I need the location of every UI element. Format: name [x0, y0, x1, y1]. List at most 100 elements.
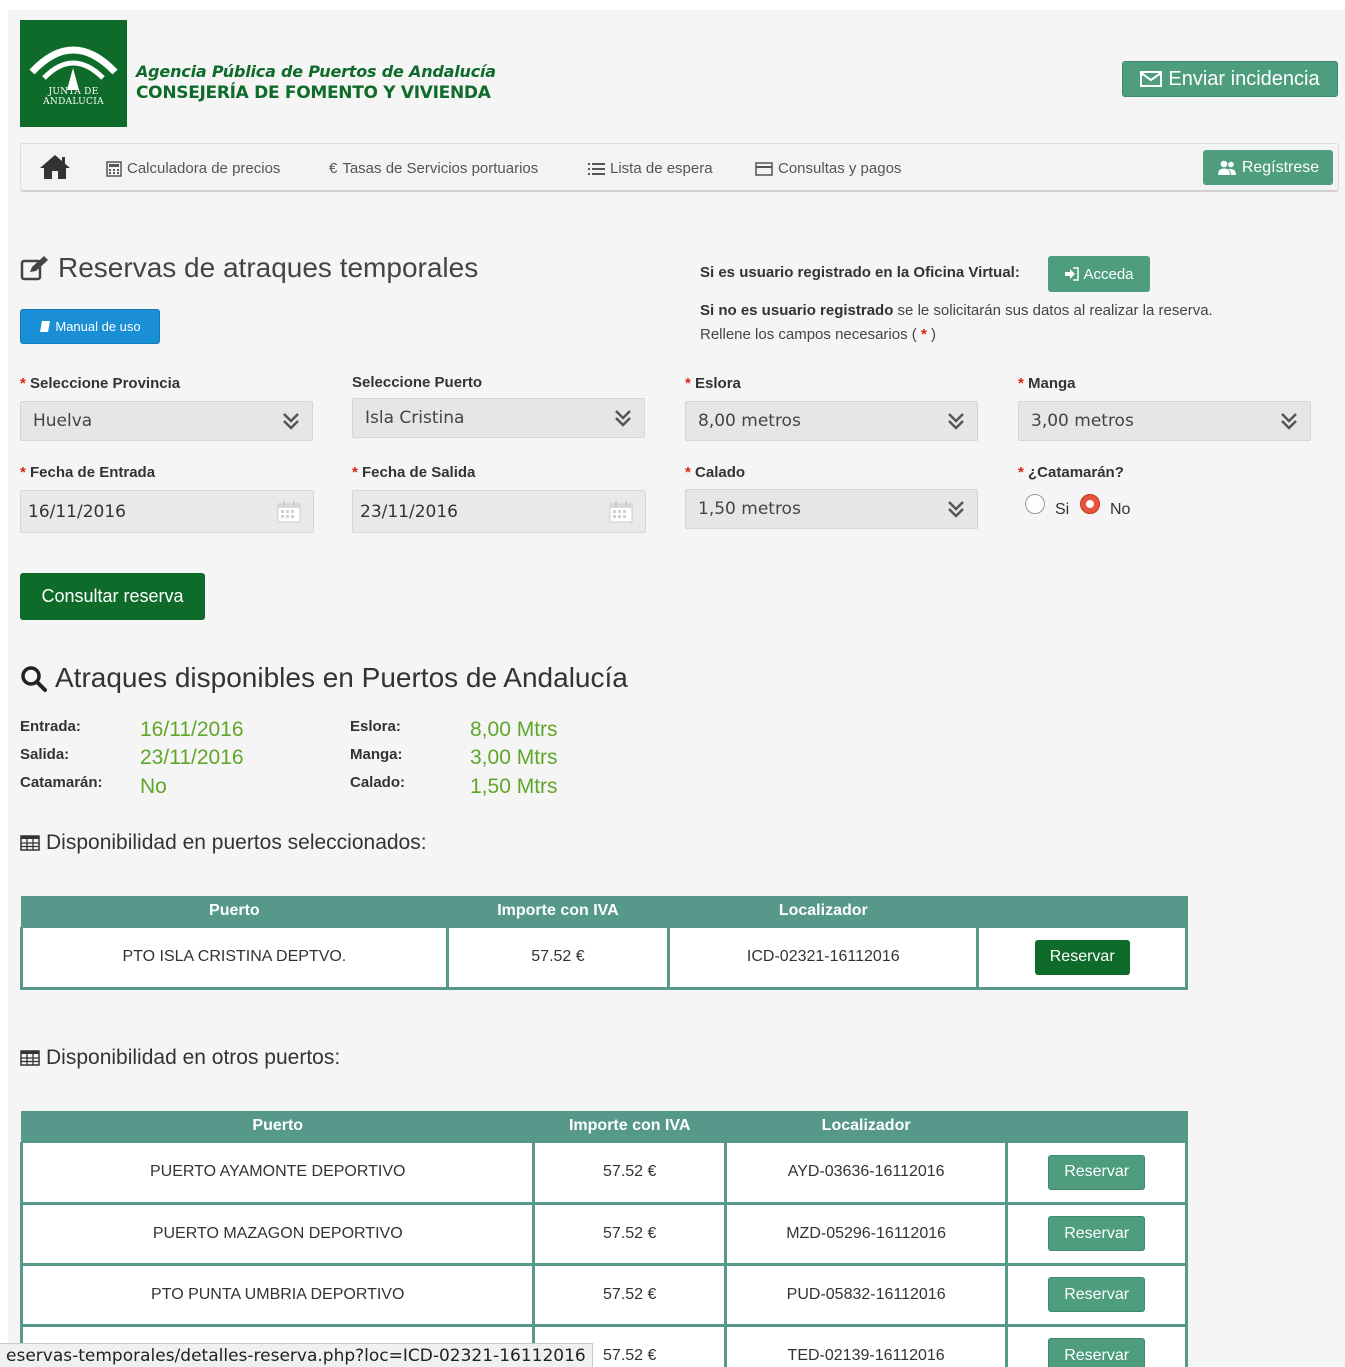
puerto-select[interactable]: Isla Cristina	[352, 398, 645, 438]
manga-label-text: Manga	[1028, 375, 1076, 392]
salida-date-input[interactable]: 23/11/2016	[352, 490, 646, 533]
nav-item-calculadora[interactable]: Calculadora de precios	[106, 160, 280, 177]
manga-select[interactable]: 3,00 metros	[1018, 401, 1311, 441]
nav-item-consultas[interactable]: Consultas y pagos	[755, 160, 901, 177]
cell-localizador: AYD-03636-16112016	[723, 1141, 1009, 1205]
table-row: PTO ISLA CRISTINA DEPTVO. 57.52 € ICD-02…	[20, 926, 1188, 990]
summary-entrada-value: 16/11/2016	[140, 718, 244, 741]
table-icon	[20, 835, 40, 851]
catamaran-si-label: Si	[1055, 501, 1070, 518]
reservar-button[interactable]: Reservar	[1048, 1338, 1146, 1367]
nav-label-lista-espera: Lista de espera	[610, 160, 713, 177]
edit-icon	[20, 256, 48, 281]
junta-logo[interactable]: JUNTA DE ANDALUCIA	[20, 20, 127, 127]
double-chevron-down-icon	[615, 410, 631, 427]
provincia-select[interactable]: Huelva	[20, 401, 313, 441]
reservar-button[interactable]: Reservar	[1048, 1216, 1146, 1251]
required-star: *	[20, 464, 26, 481]
list-icon	[588, 162, 605, 175]
registered-user-text: Si es usuario registrado en la Oficina V…	[700, 264, 1020, 281]
main-navbar: Calculadora de precios € Tasas de Servic…	[20, 143, 1339, 192]
col-puerto: Puerto	[20, 1111, 535, 1142]
envelope-icon	[1140, 71, 1163, 87]
salida-label-text: Fecha de Salida	[362, 464, 476, 481]
entrada-value: 16/11/2016	[28, 501, 126, 522]
summary-eslora-label: Eslora:	[350, 718, 401, 735]
provincia-label-text: Seleccione Provincia	[30, 375, 181, 392]
table-icon	[20, 1050, 40, 1066]
col-action	[1005, 1111, 1188, 1142]
book-icon	[40, 321, 51, 332]
registrese-button[interactable]: Regístrese	[1203, 150, 1333, 185]
manual-button[interactable]: Manual de uso	[20, 309, 160, 344]
nav-label-calculadora: Calculadora de precios	[127, 160, 281, 177]
manga-value: 3,00 metros	[1031, 411, 1134, 431]
reservar-button[interactable]: Reservar	[1048, 1277, 1146, 1312]
salida-value: 23/11/2016	[360, 501, 458, 522]
nav-item-tasas[interactable]: € Tasas de Servicios portuarios	[329, 160, 538, 177]
calendar-icon	[277, 501, 301, 523]
double-chevron-down-icon	[283, 413, 299, 430]
required-star: *	[1018, 375, 1024, 392]
calculator-icon	[106, 160, 122, 177]
home-icon[interactable]	[39, 154, 71, 180]
unregistered-text: Si no es usuario registrado se le solici…	[700, 302, 1213, 319]
summary-catamaran-value: No	[140, 775, 167, 798]
logo-text: JUNTA DE ANDALUCIA	[43, 87, 104, 107]
required-star: *	[1018, 464, 1024, 481]
availability-title: Atraques disponibles en Puertos de Andal…	[20, 662, 628, 694]
eslora-value: 8,00 metros	[698, 411, 801, 431]
col-importe: Importe con IVA	[532, 1111, 727, 1142]
arch-logo-icon	[29, 46, 118, 90]
users-icon	[1217, 160, 1236, 175]
entrada-date-input[interactable]: 16/11/2016	[20, 490, 314, 533]
catamaran-label: * ¿Catamarán?	[1018, 464, 1124, 481]
cell-importe: 57.52 €	[532, 1202, 727, 1266]
catamaran-no-label: No	[1110, 501, 1131, 518]
summary-salida-value: 23/11/2016	[140, 746, 244, 769]
cell-importe: 57.52 €	[532, 1141, 727, 1205]
required-star: *	[352, 464, 358, 481]
reservar-button[interactable]: Reservar	[1048, 1154, 1146, 1190]
eslora-select[interactable]: 8,00 metros	[685, 401, 978, 441]
provincia-label: * Seleccione Provincia	[20, 375, 180, 392]
entrada-label-text: Fecha de Entrada	[30, 464, 156, 481]
consultar-reserva-button[interactable]: Consultar reserva	[20, 573, 205, 620]
selected-ports-title: Disponibilidad en puertos seleccionados:	[20, 831, 427, 855]
puerto-label: Seleccione Puerto	[352, 374, 483, 391]
cell-puerto: PTO PUNTA UMBRIA DEPORTIVO	[19, 1263, 536, 1327]
table-row: PUERTO AYAMONTE DEPORTIVO 57.52 € AYD-03…	[19, 1141, 1188, 1205]
col-action	[976, 896, 1188, 927]
calado-select[interactable]: 1,50 metros	[685, 489, 978, 529]
col-localizador: Localizador	[724, 1111, 1008, 1142]
other-ports-title-text: Disponibilidad en otros puertos:	[46, 1046, 341, 1069]
summary-eslora-value: 8,00 Mtrs	[470, 718, 558, 741]
puerto-value: Isla Cristina	[365, 408, 465, 428]
agency-line2: CONSEJERÍA DE FOMENTO Y VIVIENDA	[136, 83, 491, 103]
nav-item-lista-espera[interactable]: Lista de espera	[588, 160, 713, 177]
enviar-incidencia-label: Enviar incidencia	[1168, 67, 1320, 90]
credit-card-icon	[755, 161, 773, 176]
catamaran-si-radio[interactable]	[1025, 494, 1045, 514]
col-localizador: Localizador	[667, 896, 979, 927]
summary-salida-label: Salida:	[20, 746, 70, 763]
browser-status-bar: eservas-temporales/detalles-reserva.php?…	[0, 1343, 593, 1367]
nav-label-consultas: Consultas y pagos	[778, 160, 902, 177]
enviar-incidencia-button[interactable]: Enviar incidencia	[1122, 61, 1338, 97]
acceda-button[interactable]: Acceda	[1048, 256, 1150, 292]
table-header-row: Puerto Importe con IVA Localizador	[20, 896, 1188, 927]
eslora-label-text: Eslora	[695, 375, 741, 392]
acceda-label: Acceda	[1083, 265, 1134, 283]
calado-value: 1,50 metros	[698, 499, 801, 519]
summary-catamaran-label: Catamarán:	[20, 774, 103, 791]
manual-label: Manual de uso	[55, 319, 141, 334]
manga-label: * Manga	[1018, 375, 1076, 392]
cell-action: Reservar	[1005, 1263, 1188, 1327]
unregistered-rest: se le solicitarán sus datos al realizar …	[893, 302, 1213, 319]
summary-entrada-label: Entrada:	[20, 718, 81, 735]
catamaran-no-radio[interactable]	[1080, 494, 1100, 514]
unregistered-bold: Si no es usuario registrado	[700, 302, 894, 319]
summary-calado-value: 1,50 Mtrs	[470, 775, 558, 798]
cell-localizador: PUD-05832-16112016	[723, 1263, 1009, 1327]
reservar-button[interactable]: Reservar	[1034, 939, 1130, 975]
